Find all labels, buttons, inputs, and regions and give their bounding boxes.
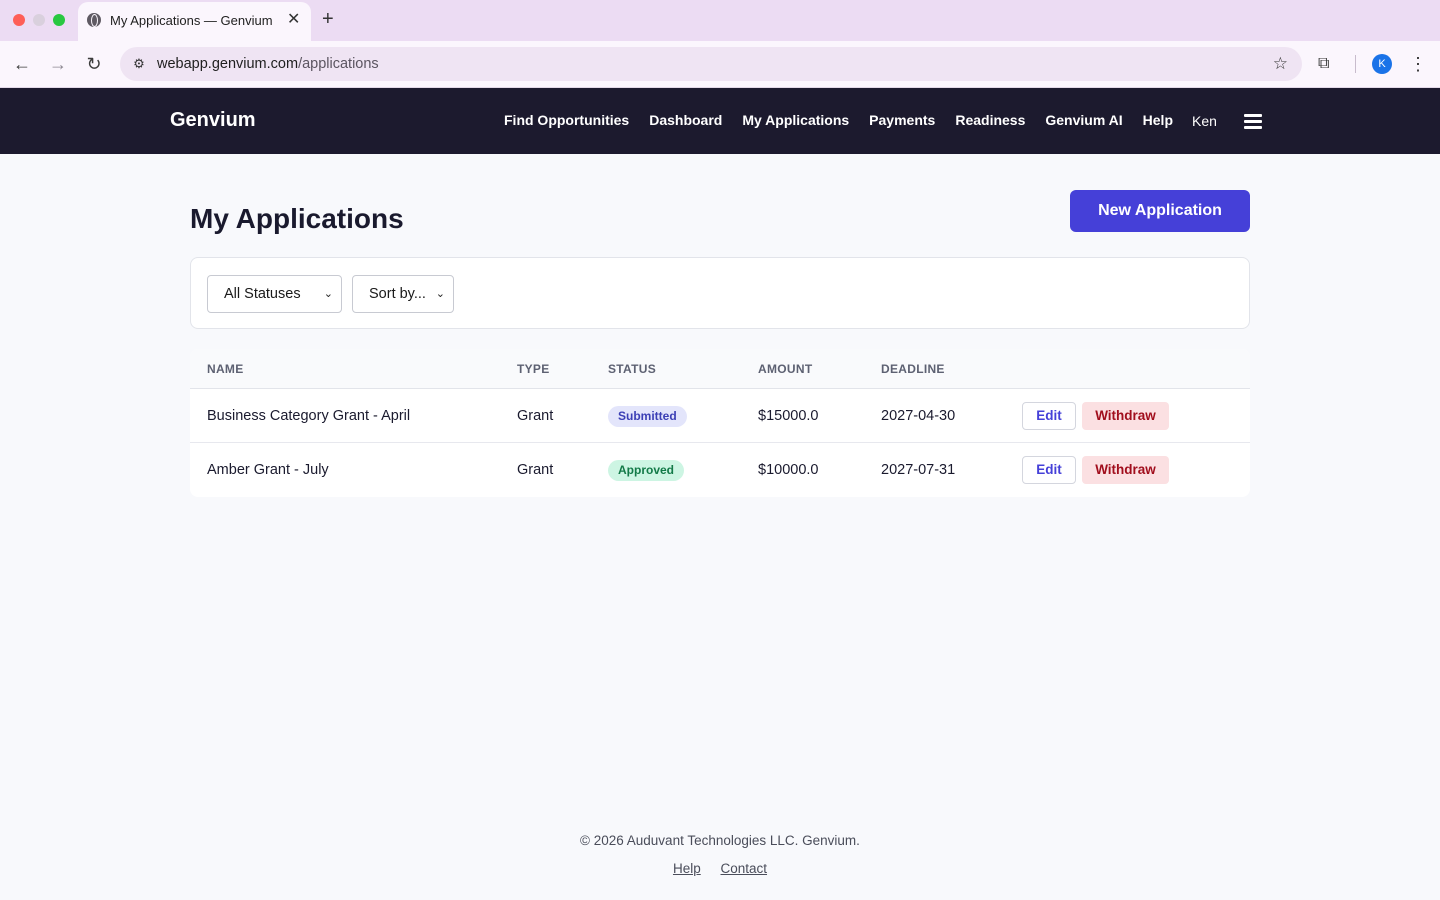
edit-button[interactable]: Edit <box>1022 402 1076 430</box>
hamburger-menu-icon[interactable] <box>1244 114 1262 129</box>
globe-icon <box>87 13 101 27</box>
app-navbar: Genvium Find Opportunities Dashboard My … <box>0 88 1440 154</box>
footer-link-contact[interactable]: Contact <box>721 861 768 876</box>
profile-avatar[interactable]: K <box>1372 54 1392 74</box>
sort-value: Sort by... <box>369 286 426 302</box>
footer-copyright: © 2026 Auduvant Technologies LLC. Genviu… <box>580 833 860 848</box>
application-amount: $15000.0 <box>758 408 819 424</box>
url-path: /applications <box>298 56 379 72</box>
new-application-button[interactable]: New Application <box>1070 190 1250 232</box>
nav-link-help[interactable]: Help <box>1143 112 1173 128</box>
nav-link-find-opportunities[interactable]: Find Opportunities <box>504 112 629 128</box>
column-header-amount: AMOUNT <box>758 362 813 376</box>
nav-link-genvium-ai[interactable]: Genvium AI <box>1045 112 1122 128</box>
address-bar[interactable]: ⚙ webapp.genvium.com/applications ☆ <box>120 47 1302 81</box>
column-header-deadline: DEADLINE <box>881 362 945 376</box>
tab-title: My Applications — Genvium <box>110 13 273 28</box>
bookmark-star-icon[interactable]: ☆ <box>1273 53 1288 75</box>
application-name: Amber Grant - July <box>207 462 329 478</box>
status-filter-select[interactable]: All Statuses ⌄ <box>207 275 342 313</box>
forward-icon[interactable]: → <box>47 53 69 75</box>
application-deadline: 2027-04-30 <box>881 408 956 424</box>
footer-link-help[interactable]: Help <box>673 861 701 876</box>
new-tab-icon[interactable]: + <box>322 8 334 30</box>
url-text[interactable]: webapp.genvium.com/applications <box>157 56 379 72</box>
maximize-window-button[interactable] <box>53 14 65 26</box>
chevron-down-icon: ⌄ <box>323 288 333 300</box>
close-tab-icon[interactable]: ✕ <box>287 11 300 29</box>
nav-links: Find Opportunities Dashboard My Applicat… <box>504 112 1173 128</box>
url-host: webapp.genvium.com <box>157 56 299 72</box>
close-window-button[interactable] <box>13 14 25 26</box>
application-type: Grant <box>517 462 554 478</box>
table-row: Amber Grant - July Grant Approved $10000… <box>190 443 1250 497</box>
browser-toolbar: ← → ↻ ⚙ webapp.genvium.com/applications … <box>0 41 1440 88</box>
reload-icon[interactable]: ↻ <box>83 53 105 75</box>
filter-panel: All Statuses ⌄ Sort by... ⌄ <box>190 257 1250 329</box>
status-badge: Submitted <box>608 406 687 427</box>
column-header-type: TYPE <box>517 362 550 376</box>
column-header-name: NAME <box>207 362 244 376</box>
application-amount: $10000.0 <box>758 462 819 478</box>
application-deadline: 2027-07-31 <box>881 462 956 478</box>
toolbar-divider <box>1355 55 1356 73</box>
column-header-status: STATUS <box>608 362 657 376</box>
application-type: Grant <box>517 408 554 424</box>
nav-link-dashboard[interactable]: Dashboard <box>649 112 722 128</box>
browser-tab[interactable]: My Applications — Genvium ✕ <box>78 2 311 41</box>
nav-link-payments[interactable]: Payments <box>869 112 935 128</box>
minimize-window-button[interactable] <box>33 14 45 26</box>
brand-logo[interactable]: Genvium <box>170 109 256 132</box>
withdraw-button[interactable]: Withdraw <box>1082 456 1169 484</box>
application-name: Business Category Grant - April <box>207 408 411 424</box>
applications-table: NAME TYPE STATUS AMOUNT DEADLINE Busines… <box>190 349 1250 497</box>
site-info-icon[interactable]: ⚙ <box>128 53 150 75</box>
footer-links: Help Contact <box>0 861 1440 876</box>
chevron-down-icon: ⌄ <box>435 288 445 300</box>
table-row: Business Category Grant - April Grant Su… <box>190 389 1250 443</box>
tab-search-icon[interactable]: ⧉ <box>1318 53 1329 75</box>
nav-link-my-applications[interactable]: My Applications <box>742 112 849 128</box>
withdraw-button[interactable]: Withdraw <box>1082 402 1169 430</box>
page-title: My Applications <box>190 203 404 234</box>
table-header: NAME TYPE STATUS AMOUNT DEADLINE <box>190 349 1250 389</box>
browser-tab-bar: My Applications — Genvium ✕ + <box>0 0 1440 41</box>
edit-button[interactable]: Edit <box>1022 456 1076 484</box>
nav-link-readiness[interactable]: Readiness <box>955 112 1025 128</box>
status-badge: Approved <box>608 460 685 481</box>
browser-menu-icon[interactable]: ⋮ <box>1409 53 1427 75</box>
user-name[interactable]: Ken <box>1192 113 1217 129</box>
sort-select[interactable]: Sort by... ⌄ <box>352 275 454 313</box>
back-icon[interactable]: ← <box>11 53 33 75</box>
status-filter-value: All Statuses <box>224 286 301 302</box>
